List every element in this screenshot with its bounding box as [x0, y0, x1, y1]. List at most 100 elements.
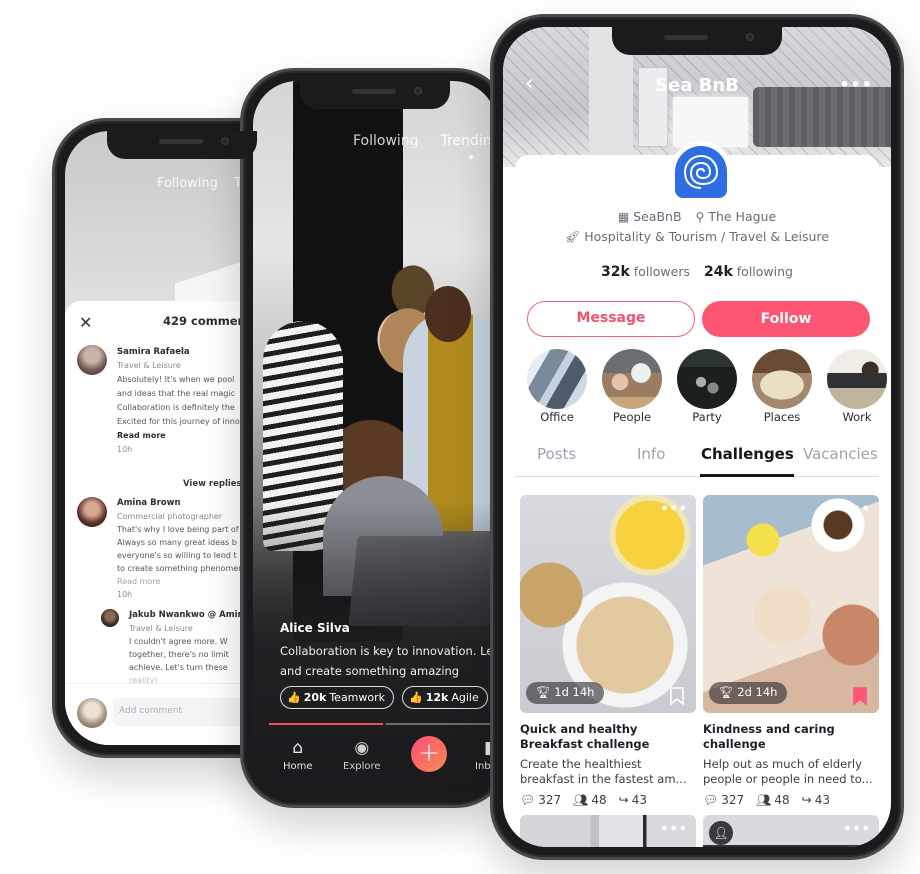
comments-stat[interactable]: 💬︎ 327	[520, 793, 561, 807]
tab-challenges[interactable]: Challenges	[701, 445, 794, 463]
thumbs-up-icon: 👍	[287, 691, 301, 704]
tab-info[interactable]: Info	[637, 445, 665, 463]
close-icon[interactable]: ✕	[79, 313, 92, 332]
comment-text-line: to create something phenomen	[117, 564, 244, 573]
tab-following[interactable]: Following	[353, 133, 419, 149]
more-horizontal-icon[interactable]: •••	[843, 823, 871, 836]
highlight-label: Places	[763, 410, 801, 424]
company-location: The Hague	[708, 209, 777, 224]
shares-count: 43	[631, 793, 647, 807]
read-more-link[interactable]: Read more	[117, 429, 240, 443]
tab-vacancies[interactable]: Vacancies	[803, 445, 878, 463]
tab-following[interactable]: Following	[157, 176, 218, 191]
comment-text-line: Absolutely! It's when we pool	[117, 375, 235, 384]
company-logo	[670, 141, 732, 203]
comment-text-line: That's why I love being part of	[117, 525, 239, 534]
comment-author[interactable]: Jakub Nwankwo @ Amina	[129, 609, 249, 622]
highlight-office[interactable]: Office	[527, 349, 587, 424]
comment-bubble-icon: 💬︎	[520, 793, 536, 807]
avatar[interactable]	[77, 497, 107, 527]
post-caption: Collaboration is key to innovation. Let'…	[280, 644, 497, 678]
highlight-image	[602, 349, 662, 409]
followers-stat[interactable]: 32k followers	[601, 264, 690, 280]
participants-count: 48	[591, 793, 607, 807]
comment-text-line: I couldn't agree more. W	[129, 637, 228, 646]
following-stat[interactable]: 24k following	[704, 264, 793, 280]
company-name: SeaBnB	[633, 209, 682, 224]
participants-stat[interactable]: 👥︎ 48	[756, 793, 790, 807]
challenge-title[interactable]: Kindness and caring challenge	[703, 722, 879, 752]
message-button[interactable]: Message	[527, 301, 695, 337]
avatar[interactable]	[77, 345, 107, 375]
participants-stat[interactable]: 👥︎ 48	[573, 793, 607, 807]
shares-stat[interactable]: ↪ 43	[802, 793, 830, 807]
comment-author[interactable]: Amina Brown	[117, 497, 243, 510]
bookmark-filled-icon[interactable]	[853, 687, 867, 705]
profile-tabs: Posts Info Challenges Vacancies	[515, 441, 879, 477]
reaction-count: 20k	[303, 691, 327, 704]
challenge-card[interactable]: ••• 🏆︎ 1d 14h Quick and healthy Breakfas…	[520, 495, 696, 807]
tab-trending[interactable]: Trending	[441, 133, 497, 159]
shares-count: 43	[814, 793, 830, 807]
story-progress-fill	[269, 723, 383, 725]
highlight-image	[677, 349, 737, 409]
participants-count: 48	[774, 793, 790, 807]
comments-count: 327	[538, 793, 562, 807]
more-horizontal-icon[interactable]: •••	[843, 503, 871, 516]
challenge-image[interactable]: ••• 🏆︎ 1d 14h	[520, 495, 696, 713]
phone-notch	[107, 131, 257, 159]
highlight-party[interactable]: Party	[677, 349, 737, 424]
challenge-card-partial[interactable]: 👤︎ •••	[703, 815, 879, 847]
more-horizontal-icon[interactable]: •••	[660, 823, 688, 836]
highlight-work[interactable]: Work	[827, 349, 887, 424]
challenge-card[interactable]: ••• 🏆︎ 2d 14h Kindness and caring challe…	[703, 495, 879, 807]
reaction-label: Teamwork	[329, 691, 386, 704]
reaction-count: 12k	[425, 691, 449, 704]
follow-button[interactable]: Follow	[702, 301, 870, 337]
comment-author[interactable]: Samira Rafaela	[117, 345, 240, 359]
highlight-label: Party	[692, 410, 722, 424]
bookmark-icon[interactable]	[670, 687, 684, 705]
challenge-description: Create the healthiest breakfast in the f…	[520, 757, 687, 786]
comment-time: 10h	[117, 445, 133, 454]
followers-count: 32k	[601, 264, 630, 280]
page-title: Sea BnB	[655, 75, 739, 96]
cover-sofa	[753, 87, 891, 147]
highlight-places[interactable]: Places	[752, 349, 812, 424]
more-horizontal-icon[interactable]: •••	[839, 75, 873, 94]
challenge-timer: 🏆︎ 1d 14h	[526, 682, 605, 704]
comment-author-subtitle: Travel & Leisure	[129, 624, 193, 633]
shares-stat[interactable]: ↪ 43	[619, 793, 647, 807]
comment-author-subtitle: Commercial photographer	[117, 512, 223, 521]
challenge-stats: 💬︎ 327 👥︎ 48 ↪ 43	[703, 793, 879, 807]
timer-text: 2d 14h	[737, 685, 778, 699]
trophy-icon: 🏆︎	[719, 685, 734, 699]
tab-posts[interactable]: Posts	[537, 445, 576, 463]
nav-explore[interactable]: ◉ Explore	[343, 738, 381, 772]
comments-stat[interactable]: 💬︎ 327	[703, 793, 744, 807]
comment-text-line: Collaboration is definitely the	[117, 403, 235, 412]
challenge-card-partial[interactable]: •••	[520, 815, 696, 847]
story-highlights: Office People Party Places Work	[527, 349, 887, 424]
spiral-logo-icon	[675, 146, 727, 198]
reaction-chip-teamwork[interactable]: 👍 20k Teamwork	[280, 686, 395, 709]
avatar[interactable]	[101, 609, 119, 627]
users-icon: 👥︎	[573, 793, 589, 807]
more-horizontal-icon[interactable]: •••	[660, 503, 688, 516]
nav-home[interactable]: ⌂ Home	[283, 738, 313, 772]
comment-text-line: and ideas that the real magic	[117, 389, 235, 398]
challenge-image[interactable]: ••• 🏆︎ 2d 14h	[703, 495, 879, 713]
highlight-image	[827, 349, 887, 409]
read-more-link[interactable]: Read more	[117, 575, 243, 588]
company-industry: Hospitality & Tourism / Travel & Leisure	[584, 229, 829, 244]
my-avatar	[77, 698, 107, 728]
company-name-row: ▦ SeaBnB	[618, 207, 682, 227]
comment-text-line: Excited for this journey of inno	[117, 417, 240, 426]
post-author[interactable]: Alice Silva	[280, 621, 350, 635]
highlight-people[interactable]: People	[602, 349, 662, 424]
create-post-button[interactable]: +	[411, 736, 447, 772]
company-meta: ▦ SeaBnB ⚲ The Hague 🚀︎ Hospitality & Touri…	[503, 207, 891, 247]
challenge-title[interactable]: Quick and healthy Breakfast challenge	[520, 722, 696, 752]
challenge-timer: 🏆︎ 2d 14h	[709, 682, 788, 704]
reaction-chip-agile[interactable]: 👍 12k Agile	[402, 686, 488, 709]
